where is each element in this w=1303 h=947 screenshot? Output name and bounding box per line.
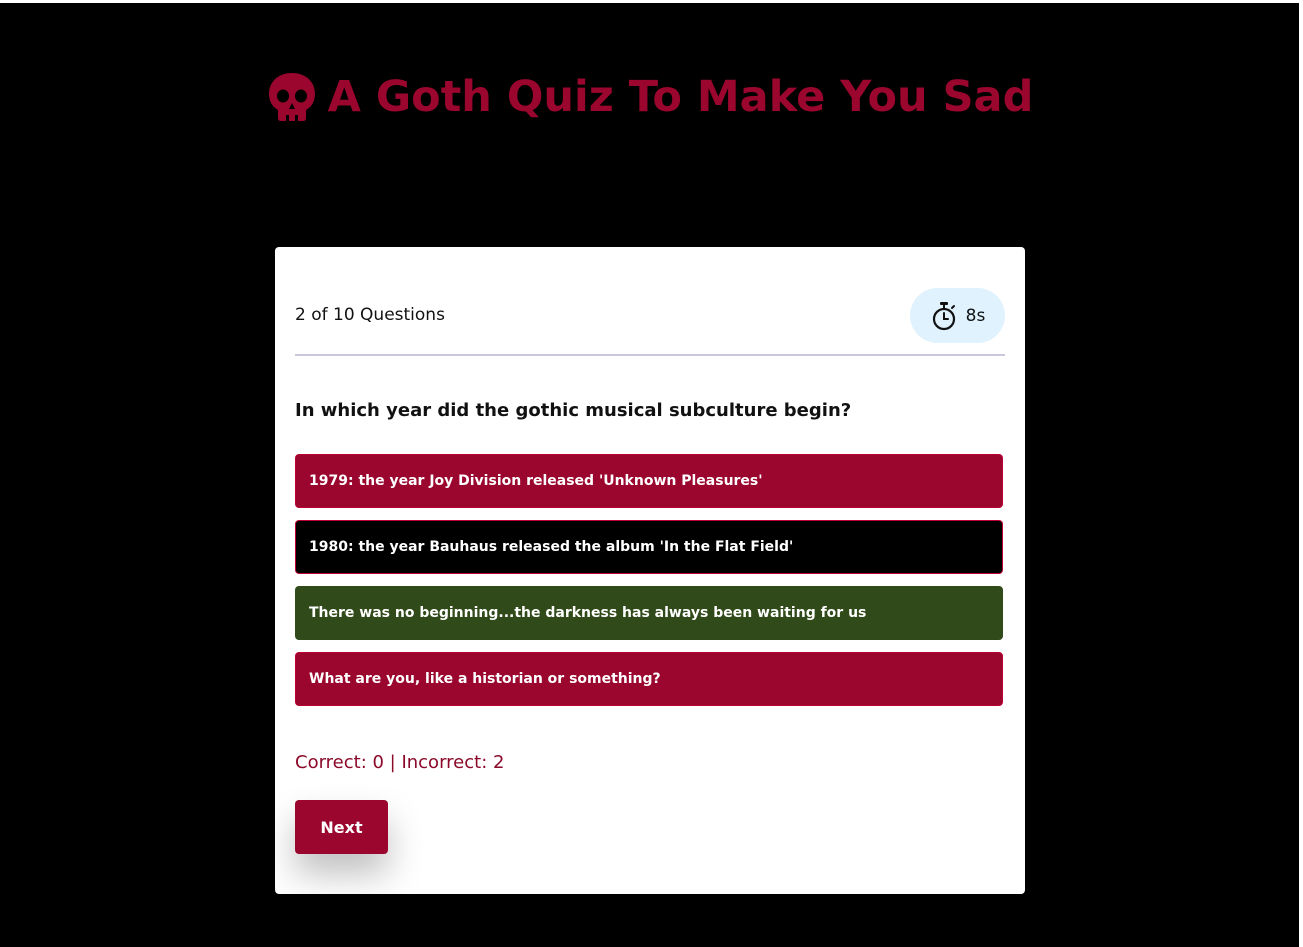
score-summary: Correct: 0 | Incorrect: 2 bbox=[295, 752, 505, 773]
page-background: A Goth Quiz To Make You Sad 2 of 10 Ques… bbox=[0, 3, 1299, 947]
answer-option-4[interactable]: What are you, like a historian or someth… bbox=[295, 652, 1003, 706]
timer-badge: 8s bbox=[910, 288, 1005, 343]
window-edge bbox=[1299, 0, 1303, 947]
next-button[interactable]: Next bbox=[295, 800, 388, 854]
divider bbox=[295, 354, 1005, 356]
page-title: A Goth Quiz To Make You Sad bbox=[327, 72, 1034, 122]
quiz-card: 2 of 10 Questions 8s In which year did t… bbox=[275, 247, 1025, 894]
question-text: In which year did the gothic musical sub… bbox=[295, 400, 852, 421]
answer-option-3[interactable]: There was no beginning...the darkness ha… bbox=[295, 586, 1003, 640]
answer-option-1[interactable]: 1979: the year Joy Division released 'Un… bbox=[295, 454, 1003, 508]
stopwatch-icon bbox=[932, 301, 955, 330]
page-header: A Goth Quiz To Make You Sad bbox=[0, 71, 1299, 123]
question-progress: 2 of 10 Questions bbox=[295, 305, 445, 325]
timer-value: 8s bbox=[965, 305, 986, 326]
skull-icon bbox=[268, 73, 315, 121]
answer-option-2[interactable]: 1980: the year Bauhaus released the albu… bbox=[295, 520, 1003, 574]
